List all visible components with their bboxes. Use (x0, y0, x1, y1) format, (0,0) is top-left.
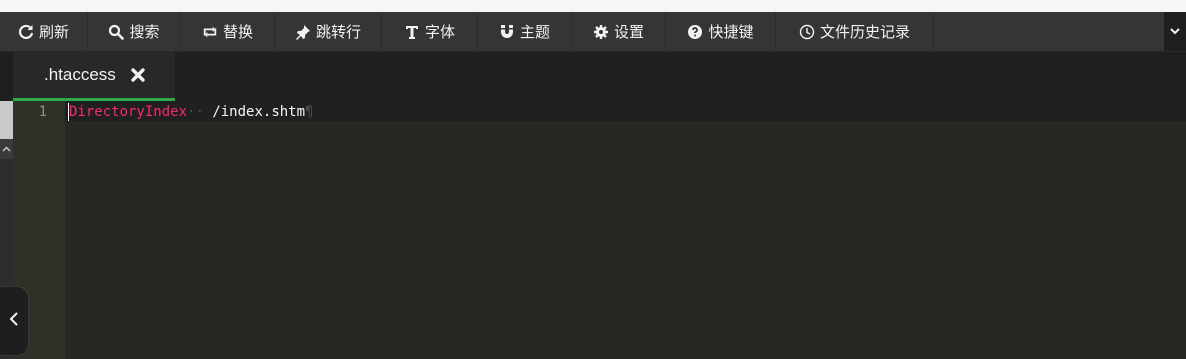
tab-filename: .htaccess (44, 65, 116, 84)
shortcuts-label: 快捷键 (708, 24, 754, 41)
tab-bar: .htaccess (0, 52, 1186, 101)
theme-label: 主题 (519, 24, 550, 41)
file-history-button[interactable]: 文件历史记录 (776, 12, 934, 51)
code-line[interactable]: DirectoryIndex·· /index.shtm¶ (69, 103, 313, 121)
code-keyword: DirectoryIndex (69, 104, 188, 120)
chevron-left-icon (9, 311, 19, 332)
goto-line-label: 跳转行 (315, 24, 361, 41)
question-circle-icon (687, 24, 703, 40)
search-button[interactable]: 搜索 (88, 12, 181, 51)
chevron-down-icon (1169, 23, 1181, 41)
refresh-label: 刷新 (38, 24, 69, 41)
sidebar-collapse-button[interactable] (0, 286, 29, 356)
settings-button[interactable]: 设置 (572, 12, 666, 51)
toolbar-more-button[interactable] (1164, 12, 1186, 51)
search-icon (108, 24, 125, 40)
side-panel-handle[interactable] (0, 101, 13, 139)
tab-htaccess[interactable]: .htaccess (13, 52, 175, 101)
font-button[interactable]: 字体 (382, 12, 478, 51)
close-icon[interactable] (130, 67, 146, 83)
code-text: /index.shtm (212, 104, 306, 120)
theme-button[interactable]: 主题 (478, 12, 572, 51)
replace-icon (202, 24, 218, 40)
pin-icon (295, 24, 311, 40)
settings-label: 设置 (613, 24, 644, 41)
search-label: 搜索 (129, 24, 160, 41)
refresh-button[interactable]: 刷新 (0, 12, 88, 51)
shortcuts-button[interactable]: 快捷键 (666, 12, 776, 51)
line-number: 1 (38, 104, 47, 120)
end-of-line-mark: ¶ (305, 104, 314, 120)
gear-icon (593, 24, 609, 40)
file-history-label: 文件历史记录 (819, 24, 910, 41)
clock-icon (799, 24, 815, 40)
toolbar: 刷新 搜索 替换 跳转行 字体 主题 设置 快捷键 文件历史记录 (0, 12, 1186, 52)
replace-label: 替换 (222, 24, 253, 41)
code-editor[interactable]: DirectoryIndex·· /index.shtm¶ (65, 101, 1186, 359)
goto-line-button[interactable]: 跳转行 (275, 12, 382, 51)
text-cursor (68, 103, 69, 121)
whitespace-marks: ·· (187, 104, 204, 120)
refresh-icon (18, 24, 34, 40)
font-label: 字体 (424, 24, 455, 41)
text-cursor-icon (404, 24, 420, 40)
replace-button[interactable]: 替换 (181, 12, 275, 51)
magnet-icon (499, 24, 515, 40)
side-panel-toggle[interactable] (0, 139, 13, 159)
window-top-strip (0, 0, 1186, 12)
